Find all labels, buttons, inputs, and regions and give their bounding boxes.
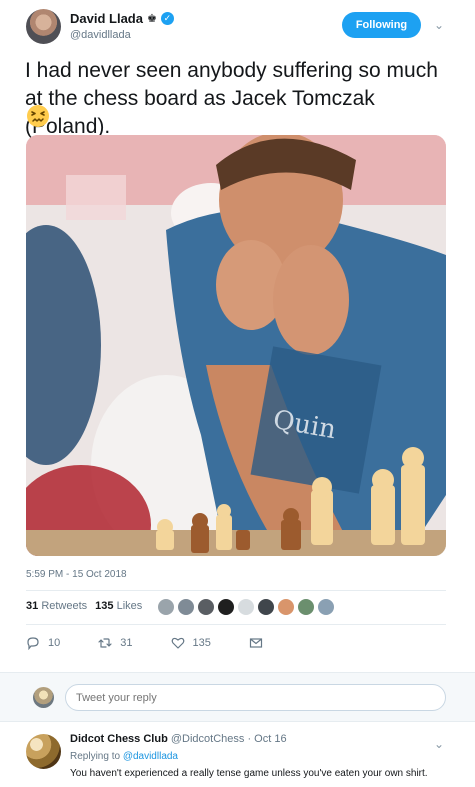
divider bbox=[26, 590, 446, 591]
like-count: 135 bbox=[192, 637, 211, 649]
reply-tweet[interactable]: Didcot Chess Club @DidcotChess · Oct 16 … bbox=[0, 723, 475, 787]
retweets-stat[interactable]: 31 Retweets bbox=[26, 600, 87, 612]
reply-composer bbox=[0, 672, 475, 722]
liker-avatar[interactable] bbox=[258, 599, 274, 615]
divider bbox=[26, 624, 446, 625]
replying-to-handle[interactable]: @davidllada bbox=[123, 751, 178, 762]
tweet-actions: 10 31 135 bbox=[26, 636, 263, 650]
following-button[interactable]: Following bbox=[342, 12, 421, 38]
retweet-count: 31 bbox=[120, 637, 133, 649]
reply-author-handle[interactable]: @DidcotChess bbox=[171, 733, 245, 745]
replying-to: Replying to @davidllada bbox=[70, 751, 178, 762]
chess-king-icon: ♚ bbox=[146, 13, 157, 25]
heart-icon bbox=[171, 637, 184, 649]
liker-avatar[interactable] bbox=[318, 599, 334, 615]
author-handle[interactable]: @davidllada bbox=[70, 29, 131, 41]
reply-count: 10 bbox=[48, 637, 61, 649]
reply-action[interactable]: 10 bbox=[26, 636, 60, 650]
direct-message-action[interactable] bbox=[249, 636, 263, 650]
retweet-action[interactable]: 31 bbox=[98, 636, 133, 650]
reply-separator: · bbox=[244, 733, 255, 745]
reply-date[interactable]: Oct 16 bbox=[254, 733, 286, 745]
replying-to-label: Replying to bbox=[70, 751, 121, 762]
reply-header: Didcot Chess Club @DidcotChess · Oct 16 bbox=[70, 733, 287, 745]
reply-text: You haven't experienced a really tense g… bbox=[70, 768, 428, 779]
likes-stat[interactable]: 135 Likes bbox=[95, 600, 142, 612]
verified-badge-icon: ✓ bbox=[160, 12, 174, 25]
liked-by-avatars bbox=[158, 599, 334, 615]
retweets-count: 31 bbox=[26, 600, 39, 612]
liker-avatar[interactable] bbox=[198, 599, 214, 615]
tweet-stats: 31 Retweets 135 Likes bbox=[26, 600, 142, 612]
likes-label: Likes bbox=[116, 600, 143, 612]
author-name-line: David Llada ♚ ✓ bbox=[70, 11, 174, 26]
liker-avatar[interactable] bbox=[278, 599, 294, 615]
likes-count: 135 bbox=[95, 600, 114, 612]
liker-avatar[interactable] bbox=[218, 599, 234, 615]
reply-input[interactable] bbox=[65, 684, 446, 711]
current-user-avatar bbox=[33, 687, 54, 708]
liker-avatar[interactable] bbox=[298, 599, 314, 615]
retweets-label: Retweets bbox=[41, 600, 88, 612]
reply-author-name[interactable]: Didcot Chess Club bbox=[70, 733, 168, 745]
liker-avatar[interactable] bbox=[238, 599, 254, 615]
tweet-photo[interactable]: Quin bbox=[26, 135, 446, 556]
like-action[interactable]: 135 bbox=[171, 636, 211, 650]
chevron-down-icon[interactable]: ⌄ bbox=[434, 737, 444, 751]
tweet-card: David Llada ♚ ✓ @davidllada Following ⌄ … bbox=[0, 0, 475, 672]
confounded-face-icon bbox=[27, 105, 49, 127]
tweet-text: I had never seen anybody suffering so mu… bbox=[25, 59, 438, 138]
reply-icon bbox=[27, 637, 39, 650]
retweet-icon bbox=[98, 638, 112, 648]
envelope-icon bbox=[249, 638, 262, 648]
author-display-name[interactable]: David Llada bbox=[70, 11, 143, 26]
tweet-timestamp[interactable]: 5:59 PM - 15 Oct 2018 bbox=[26, 569, 127, 580]
liker-avatar[interactable] bbox=[158, 599, 174, 615]
chess-player-photo: Quin bbox=[26, 135, 446, 556]
reply-author-avatar[interactable] bbox=[26, 734, 61, 769]
chevron-down-icon[interactable]: ⌄ bbox=[434, 18, 444, 32]
author-avatar[interactable] bbox=[26, 9, 61, 44]
liker-avatar[interactable] bbox=[178, 599, 194, 615]
